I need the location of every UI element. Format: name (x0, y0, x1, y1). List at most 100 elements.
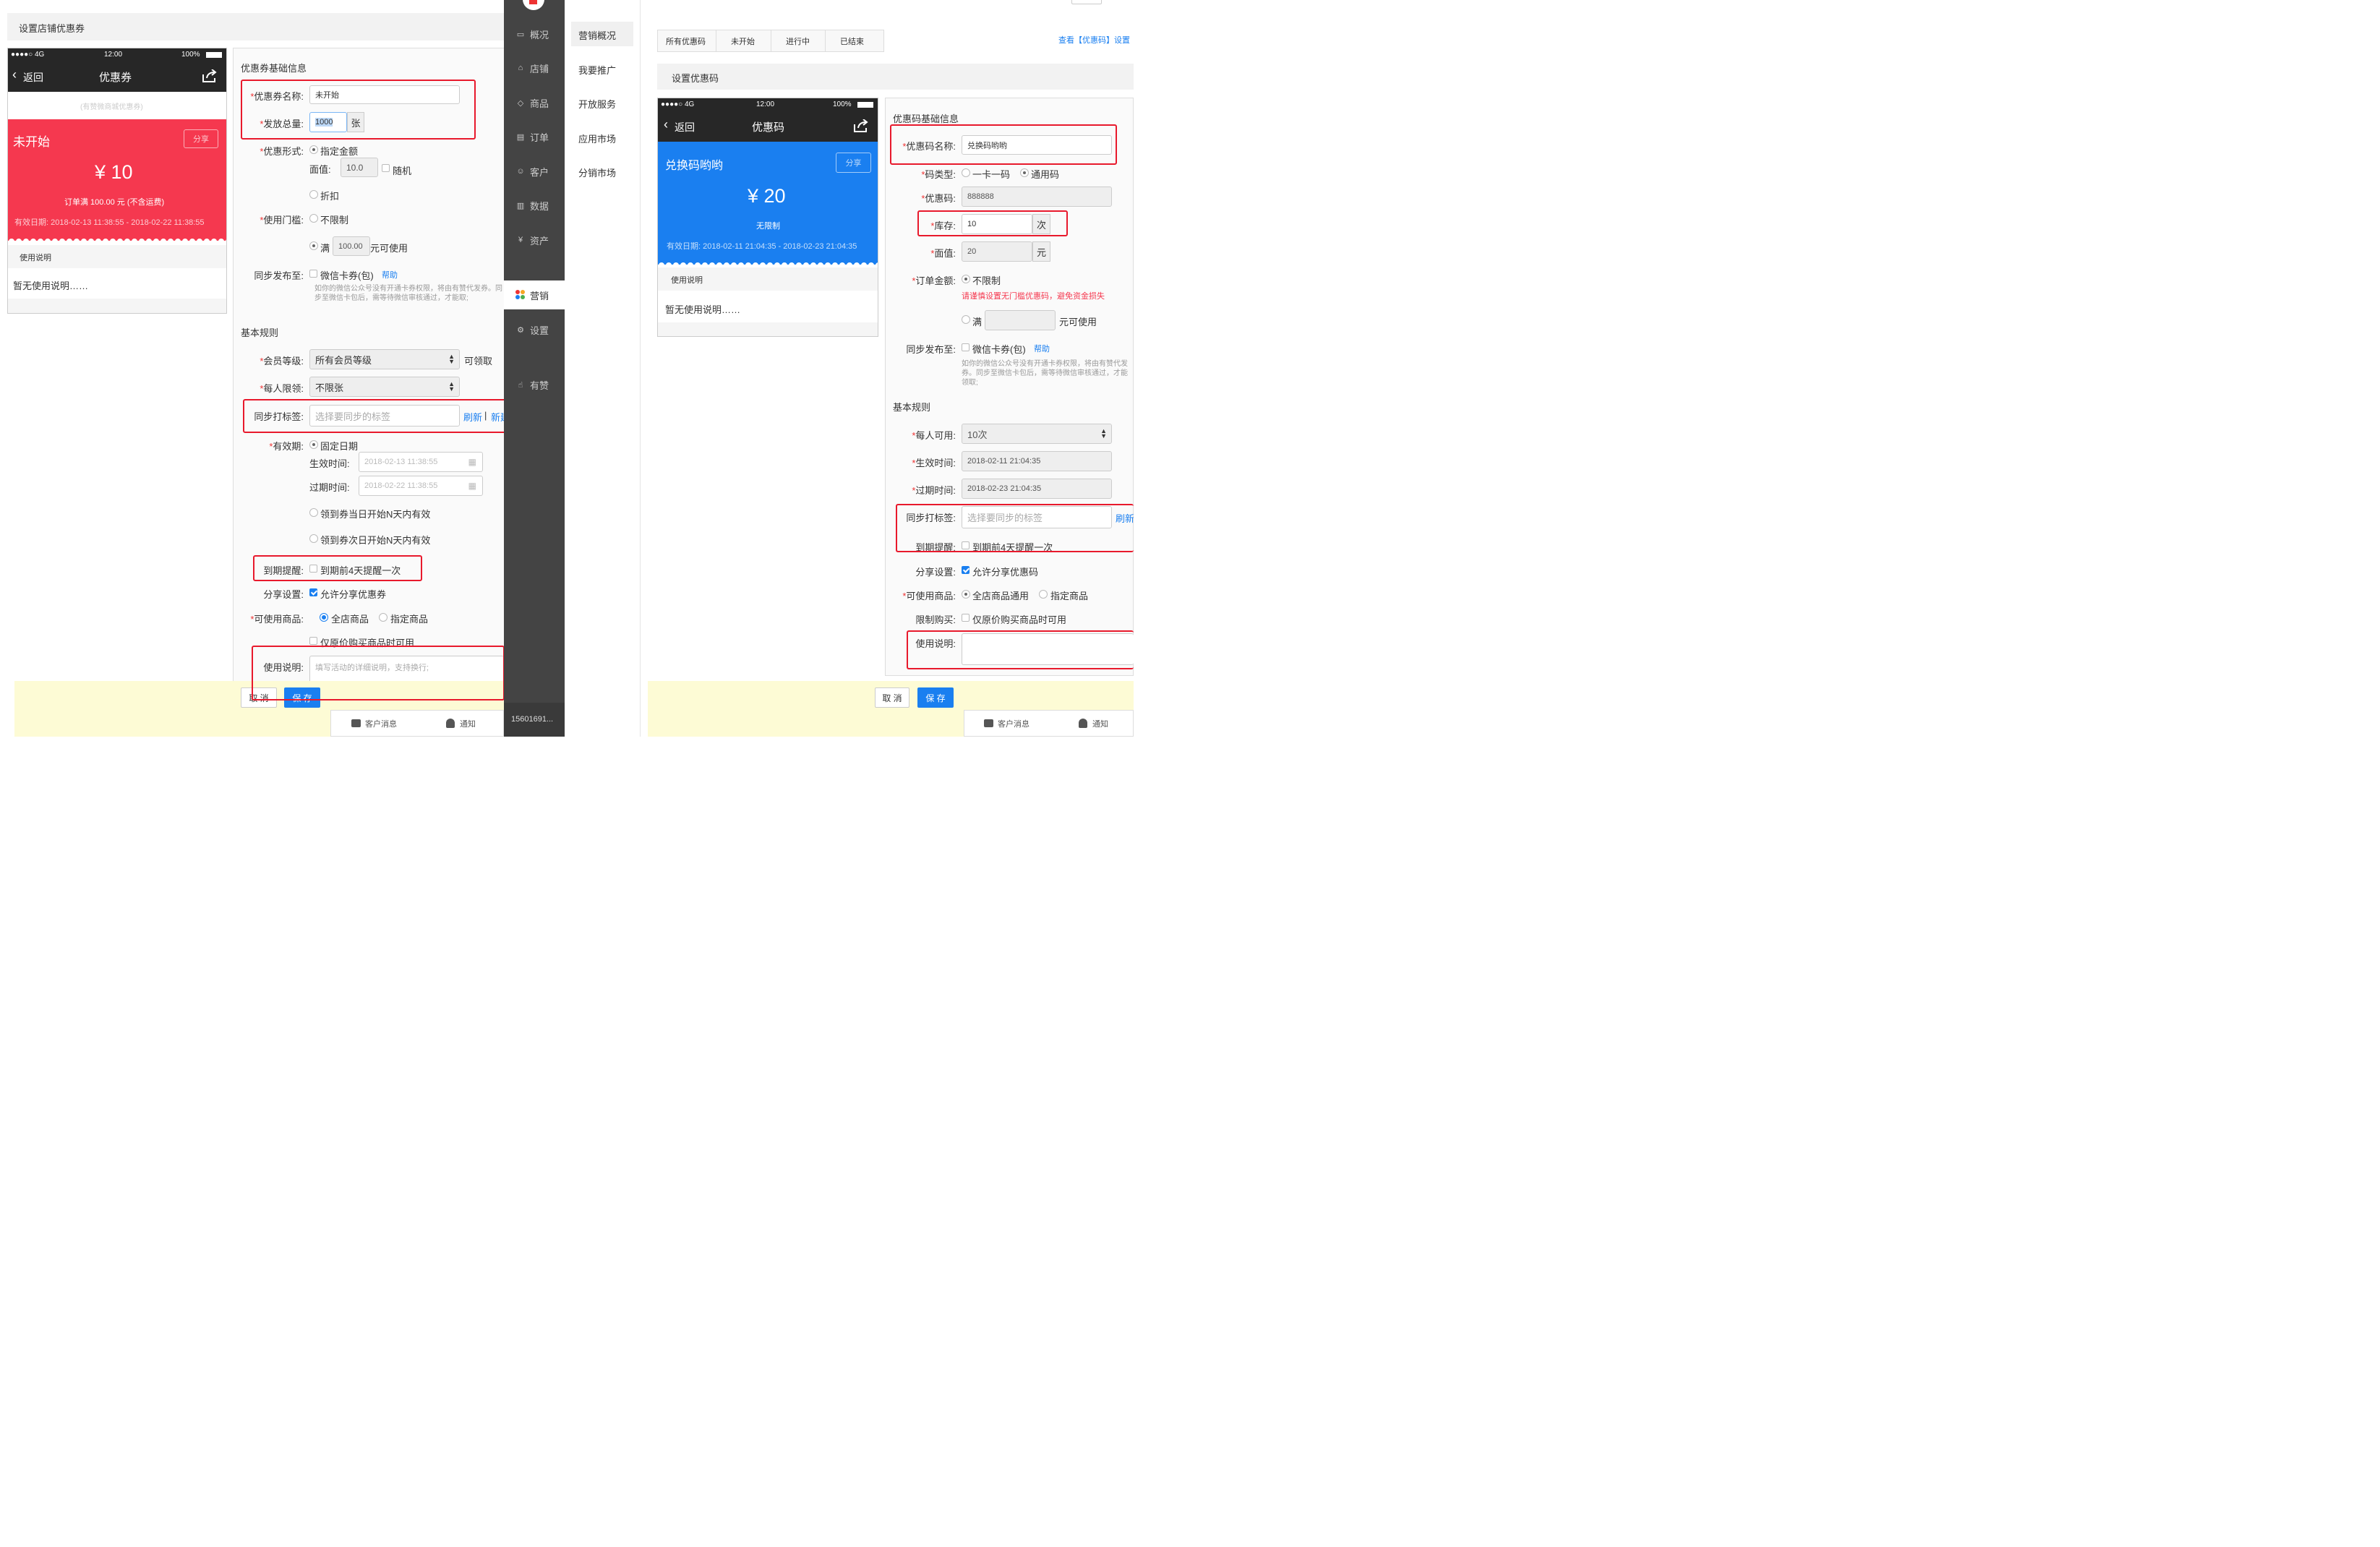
subnav-item-overview[interactable]: 营销概况 (578, 28, 616, 42)
battery-text: 100% (181, 51, 200, 59)
sidebar-item-label: 客户 (530, 166, 549, 178)
share-checkbox[interactable] (309, 588, 317, 596)
valid-label: *有效期: (269, 441, 304, 452)
back-label[interactable]: 返回 (675, 120, 695, 134)
code-goods-label: *可使用商品: (902, 591, 956, 601)
no-limit-radio[interactable] (309, 214, 318, 223)
help-link[interactable]: 帮助 (382, 269, 398, 280)
back-label[interactable]: 返回 (23, 70, 43, 85)
discount-label: 折扣 (320, 191, 340, 202)
code-start-input[interactable]: 2018-02-11 21:04:35 (962, 451, 1112, 471)
sidebar-item-data[interactable]: ▥ 数据 (504, 191, 565, 220)
order-full-label: 满 (972, 317, 983, 327)
usage-bottom-bar (8, 299, 226, 313)
face-input[interactable]: 10.0 (341, 158, 378, 177)
sidebar-item-store[interactable]: ⌂ 店铺 (504, 53, 565, 82)
subnav-item-distribution[interactable]: 分销市场 (578, 166, 616, 179)
code-goods-specific-radio[interactable] (1039, 590, 1048, 599)
code-help-link[interactable]: 帮助 (1034, 343, 1050, 354)
chat-icon (351, 719, 361, 727)
goods-label: *可使用商品: (250, 614, 304, 625)
usage-text: 暂无使用说明…… (665, 304, 741, 315)
full-input[interactable]: 100.00 (333, 236, 370, 256)
sidebar-account[interactable]: 15601691... (511, 715, 553, 724)
code-share-checkbox[interactable] (962, 566, 969, 574)
code-section-rules: 基本规则 (893, 402, 931, 413)
member-label: *会员等级: (260, 356, 304, 367)
code-limit-checkbox[interactable] (962, 614, 969, 622)
right-cancel-button[interactable]: 取 消 (875, 687, 909, 708)
right-notify-button[interactable]: 通知 (1092, 718, 1108, 729)
limit-select[interactable]: 不限张 ▲ ▼ (309, 377, 460, 397)
member-select[interactable]: 所有会员等级 ▲ ▼ (309, 349, 460, 369)
share-out-icon[interactable] (202, 69, 218, 82)
back-chevron-icon[interactable]: ‹ (664, 117, 668, 132)
common-code-radio[interactable] (1020, 168, 1029, 177)
end-date-input[interactable]: 2018-02-22 11:38:55 ▦ (359, 476, 483, 496)
right-save-button[interactable]: 保 存 (917, 687, 954, 708)
discount-radio[interactable] (309, 190, 318, 199)
full-radio[interactable] (309, 241, 318, 250)
fixed-date-radio[interactable] (309, 440, 318, 449)
original-price-checkbox[interactable] (309, 637, 317, 645)
fixed-amount-label: 指定金额 (320, 146, 359, 157)
same-day-radio[interactable] (309, 508, 318, 517)
code-wechat-card-checkbox[interactable] (962, 343, 969, 351)
sidebar-item-assets[interactable]: ¥ 资产 (504, 226, 565, 254)
share-out-icon[interactable] (853, 119, 869, 132)
subnav-item-open-service[interactable]: 开放服务 (578, 97, 616, 111)
goods-specific-radio[interactable] (379, 613, 388, 622)
code-goods-all-radio[interactable] (962, 590, 970, 599)
sidebar-item-marketing[interactable]: 营销 (504, 280, 565, 309)
code-sync-note: 如你的微信公众号没有开通卡券权限，将由有赞代发券。同步至微信卡包后，需等待微信审… (962, 360, 1128, 387)
sidebar-item-settings[interactable]: ⚙ 设置 (504, 315, 565, 344)
sidebar-item-goods[interactable]: ◇ 商品 (504, 88, 565, 117)
subnav-item-app-market[interactable]: 应用市场 (578, 132, 616, 145)
start-date-input[interactable]: 2018-02-13 11:38:55 ▦ (359, 452, 483, 472)
code-type-label: *码类型: (921, 169, 956, 180)
sidebar-item-customers[interactable]: ☺ 客户 (504, 157, 565, 186)
tab-ended[interactable]: 已结束 (840, 35, 864, 47)
left-messages-button[interactable]: 客户消息 (365, 718, 397, 729)
code-share-button[interactable]: 分享 (836, 153, 871, 173)
fixed-amount-radio[interactable] (309, 145, 318, 154)
left-notify-button[interactable]: 通知 (460, 718, 476, 729)
order-full-radio[interactable] (962, 315, 970, 324)
select-arrows-icon: ▲ ▼ (1100, 427, 1107, 440)
right-top-button[interactable] (1071, 0, 1102, 4)
goods-specific-label: 指定商品 (390, 614, 429, 625)
order-full-input[interactable] (985, 310, 1056, 330)
goods-all-radio[interactable] (320, 613, 328, 622)
right-messages-button[interactable]: 客户消息 (998, 718, 1030, 729)
coupon-wave-edge (8, 235, 226, 242)
random-checkbox[interactable] (382, 164, 390, 172)
code-goods-all-label: 全店商品通用 (972, 591, 1030, 601)
back-chevron-icon[interactable]: ‹ (12, 67, 17, 82)
subnav-item-promote[interactable]: 我要推广 (578, 63, 616, 77)
code-end-input[interactable]: 2018-02-23 21:04:35 (962, 479, 1112, 499)
code-start-label: *生效时间: (912, 458, 956, 468)
main-sidebar: ▭ 概况 ⌂ 店铺 ◇ 商品 ▤ 订单 ☺ 客户 ▥ 数据 ¥ 资产 营销 ⚙ 设置 ☝ 有赞 1… (504, 0, 565, 737)
code-validity: 有效日期: 2018-02-11 21:04:35 - 2018-02-23 2… (667, 242, 857, 251)
sidebar-item-label: 数据 (530, 200, 549, 212)
view-settings-link[interactable]: 查看【优惠码】设置 (1058, 34, 1130, 46)
code-phone-preview: ●●●●○ 4G 12:00 100% ‹ 返回 优惠码 兑换码哟哟 分享 ¥ … (657, 98, 878, 337)
code-end-label: *过期时间: (912, 485, 956, 496)
tab-all-codes[interactable]: 所有优惠码 (666, 35, 706, 47)
per-user-select[interactable]: 10次 ▲ ▼ (962, 424, 1112, 444)
next-day-radio[interactable] (309, 534, 318, 543)
code-input[interactable]: 888888 (962, 187, 1112, 207)
coupon-share-button[interactable]: 分享 (184, 129, 218, 148)
sidebar-item-orders[interactable]: ▤ 订单 (504, 122, 565, 151)
signal-text: ●●●●○ 4G (11, 51, 45, 59)
wechat-card-checkbox[interactable] (309, 270, 317, 278)
order-no-limit-radio[interactable] (962, 275, 970, 283)
sidebar-item-youzan[interactable]: ☝ 有赞 (504, 370, 565, 399)
sidebar-item-overview[interactable]: ▭ 概况 (504, 20, 565, 48)
chat-icon (984, 719, 993, 727)
one-code-radio[interactable] (962, 168, 970, 177)
face-input[interactable]: 20 (962, 241, 1032, 262)
tab-not-started[interactable]: 未开始 (731, 35, 755, 47)
tab-in-progress[interactable]: 进行中 (786, 35, 810, 47)
time-text: 12:00 (756, 100, 775, 108)
